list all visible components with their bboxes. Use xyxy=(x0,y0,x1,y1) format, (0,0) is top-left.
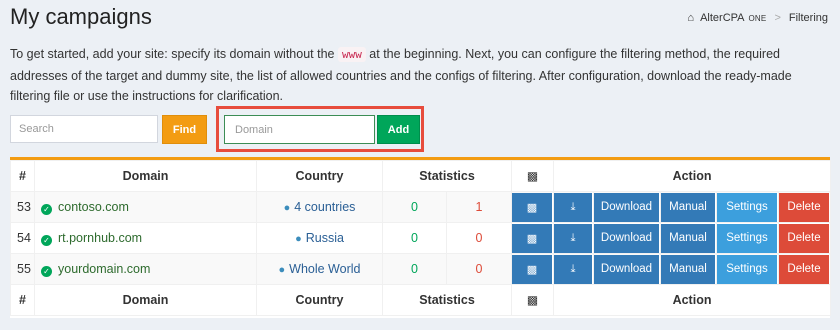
intro-code: www xyxy=(337,47,366,62)
delete-button[interactable]: Delete xyxy=(779,223,831,253)
check-circle-icon: ✓ xyxy=(41,203,52,215)
campaigns-table-box: # Domain Country Statistics ▩ Action 53 ✓… xyxy=(10,157,832,318)
footer-statistics: Statistics xyxy=(382,284,512,316)
footer-action: Action xyxy=(552,284,832,316)
settings-button[interactable]: Settings xyxy=(717,223,778,253)
header-action: Action xyxy=(552,160,832,192)
breadcrumb-current: Filtering xyxy=(788,12,828,24)
table-header-row: # Domain Country Statistics ▩ Action xyxy=(10,160,832,192)
header-num: # xyxy=(10,160,35,192)
download-icon: ⤓ xyxy=(570,200,576,213)
row-country[interactable]: ● Russia xyxy=(256,222,383,254)
row-domain-text[interactable]: contoso.com xyxy=(58,200,129,214)
delete-button[interactable]: Delete xyxy=(779,192,831,222)
intro-text-start: To get started, add your site: specify i… xyxy=(10,47,338,61)
row-stat-b: 1 xyxy=(446,191,512,223)
manual-button[interactable]: Manual xyxy=(661,192,716,222)
check-circle-icon: ✓ xyxy=(41,234,52,246)
stats-chart-button[interactable]: ▩ xyxy=(512,254,553,284)
header-domain: Domain xyxy=(34,160,257,192)
download-button[interactable]: Download xyxy=(594,192,660,222)
row-domain-text[interactable]: yourdomain.com xyxy=(58,262,150,276)
table-row: 54 ✓ rt.pornhub.com ● Russia 0 0 ▩ ⤓ Download Manu… xyxy=(10,222,832,254)
bar-chart-icon: ▩ xyxy=(526,232,538,245)
table-row: 55 ✓ yourdomain.com ● Whole World 0 0 ▩ ⤓ Downloa… xyxy=(10,253,832,285)
domain-input[interactable] xyxy=(224,115,375,144)
intro-text: To get started, add your site: specify i… xyxy=(10,44,832,107)
download-icon: ⤓ xyxy=(570,262,576,275)
row-country[interactable]: ● Whole World xyxy=(256,253,383,285)
row-id: 55 xyxy=(10,253,35,285)
page-title: My campaigns xyxy=(10,4,152,29)
bar-chart-icon: ▩ xyxy=(526,201,538,214)
footer-bar-chart-icon: ▩ xyxy=(511,284,554,316)
footer-country: Country xyxy=(256,284,383,316)
header-statistics: Statistics xyxy=(382,160,512,192)
table-footer-row: # Domain Country Statistics ▩ Action xyxy=(10,284,832,316)
bar-chart-icon: ▩ xyxy=(511,160,554,192)
footer-domain: Domain xyxy=(34,284,257,316)
row-stat-b: 0 xyxy=(446,253,512,285)
globe-icon: ● xyxy=(278,264,286,276)
bar-chart-icon: ▩ xyxy=(526,263,538,276)
row-domain[interactable]: ✓ rt.pornhub.com xyxy=(34,222,257,254)
manual-button[interactable]: Manual xyxy=(661,254,716,284)
download-button[interactable]: Download xyxy=(594,223,660,253)
row-domain[interactable]: ✓ yourdomain.com xyxy=(34,253,257,285)
globe-icon: ● xyxy=(283,202,291,214)
globe-icon: ● xyxy=(295,233,302,245)
header-country: Country xyxy=(256,160,383,192)
find-button[interactable]: Find xyxy=(162,115,207,144)
row-country-text[interactable]: Russia xyxy=(306,231,344,245)
download-icon-button[interactable]: ⤓ xyxy=(554,192,593,222)
row-stat-b: 0 xyxy=(446,222,512,254)
stats-chart-button[interactable]: ▩ xyxy=(512,192,553,222)
home-icon[interactable]: ⌂ xyxy=(687,12,694,24)
breadcrumb-separator-icon: > xyxy=(774,12,781,24)
check-circle-icon: ✓ xyxy=(41,265,52,277)
row-stat-a: 0 xyxy=(382,191,447,223)
breadcrumb-brand[interactable]: AlterCPA xyxy=(700,12,744,24)
footer-num: # xyxy=(10,284,35,316)
stats-chart-button[interactable]: ▩ xyxy=(512,223,553,253)
row-stat-a: 0 xyxy=(382,222,447,254)
download-icon-button[interactable]: ⤓ xyxy=(554,254,593,284)
row-domain[interactable]: ✓ contoso.com xyxy=(34,191,257,223)
download-icon: ⤓ xyxy=(570,231,576,244)
row-id: 54 xyxy=(10,222,35,254)
download-button[interactable]: Download xyxy=(594,254,660,284)
search-input[interactable] xyxy=(10,115,158,143)
settings-button[interactable]: Settings xyxy=(717,254,778,284)
row-country[interactable]: ● 4 countries xyxy=(256,191,383,223)
add-button[interactable]: Add xyxy=(377,115,420,144)
settings-button[interactable]: Settings xyxy=(717,192,778,222)
row-country-text[interactable]: 4 countries xyxy=(294,200,355,214)
row-domain-text[interactable]: rt.pornhub.com xyxy=(58,231,142,245)
breadcrumb: ⌂ AlterCPA ONE > Filtering xyxy=(687,12,828,24)
row-stat-a: 0 xyxy=(382,253,447,285)
table-row: 53 ✓ contoso.com ● 4 countries 0 1 ▩ ⤓ Download Ma… xyxy=(10,191,832,223)
row-country-text[interactable]: Whole World xyxy=(289,262,360,276)
row-id: 53 xyxy=(10,191,35,223)
breadcrumb-brand-suffix: ONE xyxy=(748,13,767,23)
delete-button[interactable]: Delete xyxy=(779,254,831,284)
campaigns-table: # Domain Country Statistics ▩ Action 53 ✓… xyxy=(10,160,832,316)
manual-button[interactable]: Manual xyxy=(661,223,716,253)
download-icon-button[interactable]: ⤓ xyxy=(554,223,593,253)
